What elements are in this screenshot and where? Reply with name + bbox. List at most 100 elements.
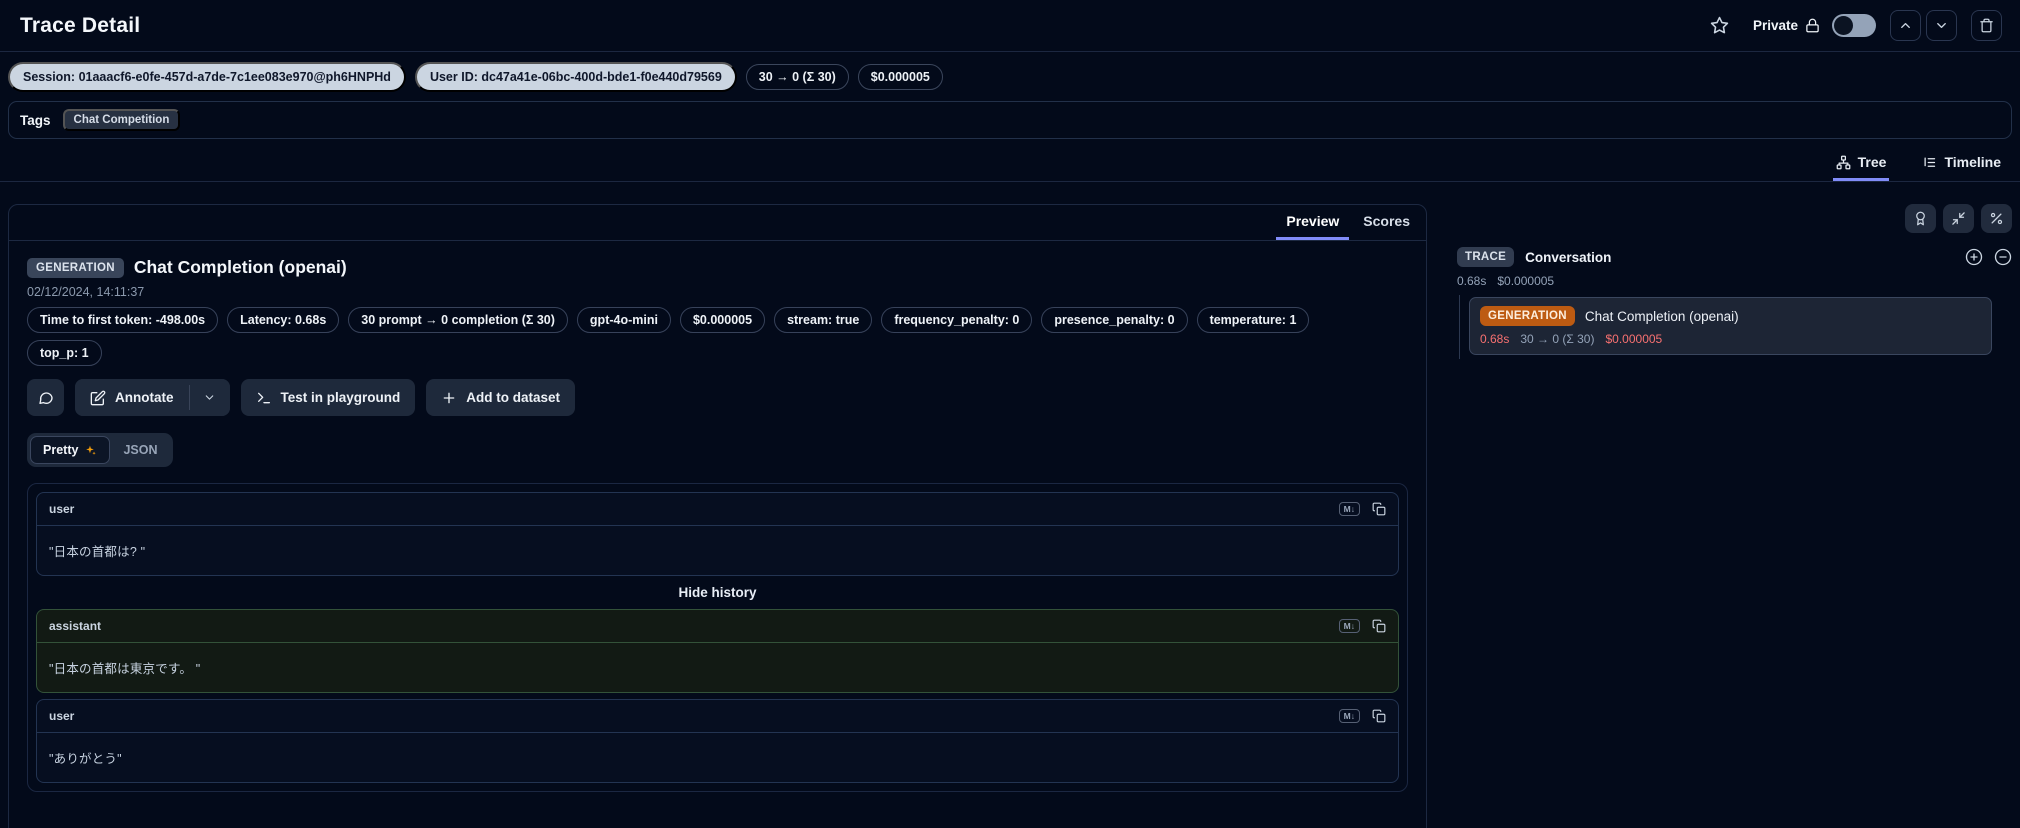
annotate-button[interactable]: Annotate bbox=[75, 379, 189, 416]
tab-scores[interactable]: Scores bbox=[1353, 205, 1420, 240]
trace-tree-sidebar: TRACE Conversation 0.68s $0.000005 GENER… bbox=[1457, 204, 2012, 359]
comment-button[interactable] bbox=[27, 379, 64, 416]
copy-button[interactable] bbox=[1372, 502, 1386, 516]
chevron-down-icon bbox=[203, 391, 216, 404]
tags-section: Tags Chat Competition bbox=[8, 101, 2012, 139]
annotate-split-button: Annotate bbox=[75, 379, 230, 416]
tree-icon bbox=[1836, 155, 1851, 170]
tab-tree-label: Tree bbox=[1857, 154, 1887, 170]
minimize-icon bbox=[1951, 211, 1966, 226]
lock-icon bbox=[1805, 18, 1820, 33]
tab-preview[interactable]: Preview bbox=[1276, 205, 1350, 240]
annotate-label: Annotate bbox=[115, 390, 174, 405]
message-content: "日本の首都は? " bbox=[49, 545, 146, 559]
format-toggle: Pretty JSON bbox=[27, 433, 174, 467]
expand-all-button[interactable] bbox=[1965, 248, 1983, 266]
circle-plus-icon bbox=[1965, 248, 1983, 266]
content-area: Preview Scores GENERATION Chat Completio… bbox=[0, 182, 2020, 828]
tree-expand-controls bbox=[1965, 248, 2012, 266]
chevron-up-icon bbox=[1898, 18, 1913, 33]
public-toggle[interactable] bbox=[1832, 14, 1876, 37]
privacy-setting: Private bbox=[1753, 18, 1820, 33]
chevron-down-icon bbox=[1934, 18, 1949, 33]
test-in-playground-button[interactable]: Test in playground bbox=[240, 379, 416, 416]
tab-timeline[interactable]: Timeline bbox=[1919, 152, 2004, 181]
token-usage-badge: 30 → 0 (Σ 30) bbox=[745, 64, 849, 90]
copy-button[interactable] bbox=[1372, 619, 1386, 633]
add-to-dataset-label: Add to dataset bbox=[466, 390, 561, 405]
markdown-toggle-icon[interactable]: M↓ bbox=[1338, 502, 1360, 516]
view-tabs: Tree Timeline bbox=[0, 152, 2020, 182]
session-badge[interactable]: Session: 01aaacf6-e0fe-457d-a7de-7c1ee08… bbox=[8, 62, 406, 92]
message-assistant: assistant M↓ "日本の首都は東京です。 " bbox=[36, 609, 1399, 693]
page-title: Trace Detail bbox=[20, 13, 141, 37]
tag-chip[interactable]: Chat Competition bbox=[62, 109, 181, 131]
previous-trace-button[interactable] bbox=[1890, 10, 1921, 41]
metrics-toggle-button[interactable] bbox=[1981, 204, 2012, 233]
delete-trace-button[interactable] bbox=[1971, 10, 2002, 41]
collapse-all-button[interactable] bbox=[1994, 248, 2012, 266]
award-icon bbox=[1913, 211, 1928, 226]
generation-tokens: 30 → 0 (Σ 30) bbox=[1520, 332, 1595, 346]
next-trace-button[interactable] bbox=[1926, 10, 1957, 41]
metric-presence-penalty: presence_penalty: 0 bbox=[1041, 307, 1188, 333]
plus-icon bbox=[441, 390, 457, 406]
meta-badge-row: Session: 01aaacf6-e0fe-457d-a7de-7c1ee08… bbox=[0, 52, 2020, 101]
generation-stats: 0.68s 30 → 0 (Σ 30) $0.000005 bbox=[1480, 332, 1981, 346]
tab-timeline-label: Timeline bbox=[1944, 154, 2001, 170]
generation-node-selected[interactable]: GENERATION Chat Completion (openai) 0.68… bbox=[1469, 297, 1992, 355]
message-header: user M↓ bbox=[37, 493, 1398, 526]
metric-badges-row-2: top_p: 1 bbox=[9, 340, 1426, 366]
sparkles-icon bbox=[84, 444, 97, 457]
user-id-badge[interactable]: User ID: dc47a41e-06bc-400d-bde1-f0e440d… bbox=[414, 62, 737, 92]
annotate-dropdown-button[interactable] bbox=[189, 379, 230, 416]
generation-latency: 0.68s bbox=[1480, 332, 1510, 346]
metric-temperature: temperature: 1 bbox=[1196, 307, 1310, 333]
scores-toggle-button[interactable] bbox=[1905, 204, 1936, 233]
message-tools: M↓ bbox=[1338, 619, 1386, 633]
format-pretty-option[interactable]: Pretty bbox=[30, 436, 111, 464]
markdown-toggle-icon[interactable]: M↓ bbox=[1338, 619, 1360, 633]
trace-cost: $0.000005 bbox=[1497, 274, 1555, 288]
copy-button[interactable] bbox=[1372, 709, 1386, 723]
messages-container: user M↓ "日本の首都は? " Hide history assistan… bbox=[27, 483, 1408, 792]
speech-bubble-icon bbox=[38, 390, 54, 406]
message-header: assistant M↓ bbox=[37, 610, 1398, 643]
message-tools: M↓ bbox=[1338, 502, 1386, 516]
observation-type-badge: GENERATION bbox=[27, 257, 124, 278]
star-icon bbox=[1710, 16, 1729, 35]
message-role: user bbox=[49, 502, 75, 516]
metric-time-to-first-token: Time to first token: -498.00s bbox=[27, 307, 219, 333]
metric-badges-row-1: Time to first token: -498.00s Latency: 0… bbox=[9, 307, 1426, 333]
tree-guide-line bbox=[1459, 295, 1460, 359]
trace-detail-page: Trace Detail Private Session: 01aaacf6-e… bbox=[0, 0, 2020, 828]
tab-tree[interactable]: Tree bbox=[1832, 152, 1890, 181]
markdown-toggle-icon[interactable]: M↓ bbox=[1338, 709, 1360, 723]
trace-latency: 0.68s bbox=[1457, 274, 1487, 288]
add-to-dataset-button[interactable]: Add to dataset bbox=[426, 379, 576, 416]
copy-icon bbox=[1372, 709, 1386, 723]
bookmark-star-button[interactable] bbox=[1710, 16, 1729, 35]
observation-title: Chat Completion (openai) bbox=[133, 257, 347, 277]
message-content: "ありがとう" bbox=[49, 752, 122, 766]
tree-toolbar bbox=[1457, 204, 2012, 233]
collapse-view-button[interactable] bbox=[1943, 204, 1974, 233]
hide-history-button[interactable]: Hide history bbox=[36, 582, 1399, 603]
metric-frequency-penalty: frequency_penalty: 0 bbox=[881, 307, 1033, 333]
format-json-option[interactable]: JSON bbox=[110, 436, 170, 464]
header-actions: Private bbox=[1710, 10, 2002, 41]
trace-root-node[interactable]: TRACE Conversation bbox=[1457, 247, 2012, 267]
tree-child-wrapper: GENERATION Chat Completion (openai) 0.68… bbox=[1457, 295, 2012, 359]
metric-token-usage: 30 prompt → 0 completion (Σ 30) bbox=[348, 307, 568, 333]
trace-stats: 0.68s $0.000005 bbox=[1457, 274, 2012, 288]
metric-top-p: top_p: 1 bbox=[27, 340, 102, 366]
json-label: JSON bbox=[123, 443, 158, 457]
message-user-1: user M↓ "日本の首都は? " bbox=[36, 492, 1399, 576]
message-user-2: user M↓ "ありがとう" bbox=[36, 699, 1399, 783]
percent-icon bbox=[1989, 211, 2004, 226]
tags-label: Tags bbox=[20, 112, 51, 128]
trace-title: Conversation bbox=[1525, 249, 1612, 265]
copy-icon bbox=[1372, 619, 1386, 633]
trash-icon bbox=[1979, 18, 1994, 33]
generation-cost: $0.000005 bbox=[1605, 332, 1663, 346]
